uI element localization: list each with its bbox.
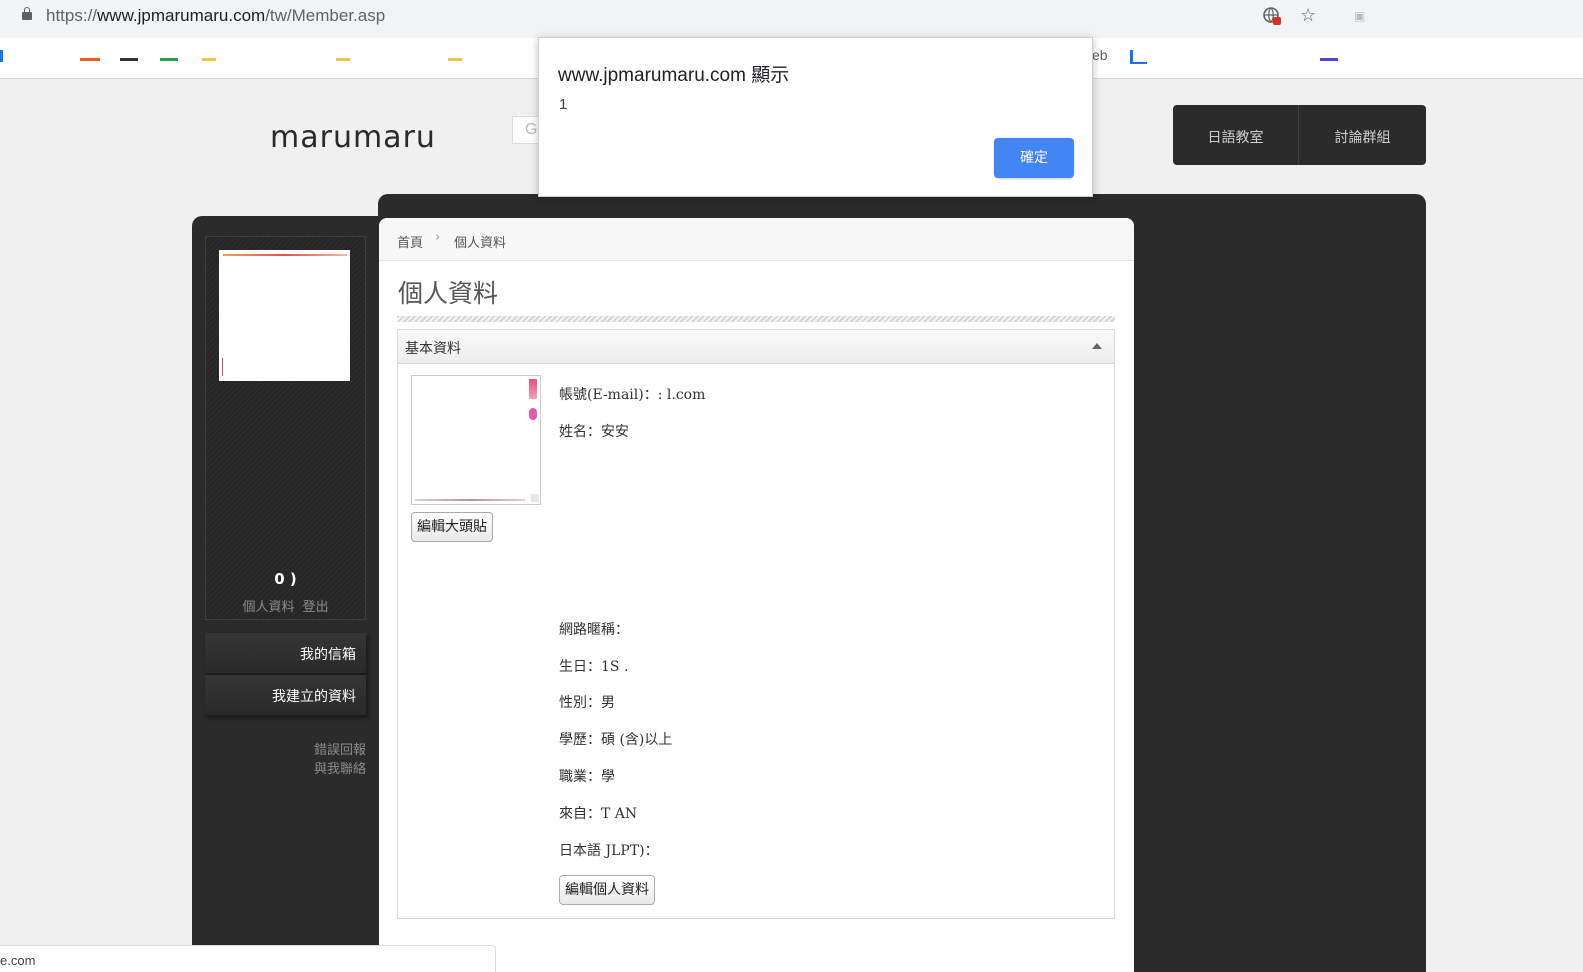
bookmark-icon[interactable] — [1320, 58, 1338, 61]
avatar-image-detail — [223, 254, 347, 256]
star-icon[interactable]: ☆ — [1300, 6, 1316, 26]
bookmark-icon[interactable] — [120, 58, 138, 61]
avatar[interactable] — [219, 250, 350, 381]
field-email: 帳號(E-mail)：: l.com — [559, 384, 705, 404]
bookmark-icon[interactable] — [448, 58, 462, 61]
field-value: 1S . — [601, 659, 629, 675]
field-jlpt: 日本語 JLPT)： — [559, 840, 659, 860]
bookmark-icon[interactable] — [336, 58, 350, 61]
edit-avatar-button[interactable]: 編輯大頭貼 — [411, 512, 493, 542]
photo-detail — [529, 379, 537, 399]
field-location: 來自：T AN — [559, 803, 637, 823]
dialog-title: www.jpmarumaru.com 顯示 — [558, 65, 790, 86]
field-value: 學 — [601, 769, 615, 785]
chevron-right-icon: › — [435, 230, 441, 245]
bookmark-icon[interactable] — [202, 58, 216, 61]
field-birthday: 生日：1S . — [559, 656, 628, 676]
ok-button[interactable]: 確定 — [994, 138, 1074, 178]
field-label: 學歷： — [559, 732, 601, 748]
caret-up-icon[interactable] — [1092, 343, 1102, 349]
profile-link[interactable]: 個人資料 — [242, 600, 294, 615]
sidebar-item-my-data[interactable]: 我建立的資料 — [205, 675, 366, 716]
url-prefix: https:// — [46, 6, 98, 25]
field-label: 性別： — [559, 695, 601, 711]
member-points: 0 ) — [274, 570, 297, 588]
url-text[interactable]: https://www.jpmarumaru.com/tw/Member.asp — [46, 6, 385, 26]
nav-japanese-class[interactable]: 日語教室 — [1173, 105, 1298, 165]
field-value: 男 — [601, 695, 615, 711]
field-label: 來自： — [559, 806, 601, 822]
edit-profile-button[interactable]: 編輯個人資料 — [559, 875, 655, 905]
field-value: 安安 — [601, 424, 629, 440]
lock-icon — [22, 7, 32, 20]
field-value: : l.com — [657, 387, 706, 403]
extension-icon[interactable]: ▣ — [1354, 6, 1365, 26]
field-label: 帳號(E-mail)： — [559, 387, 658, 403]
sidebar-item-mailbox[interactable]: 我的信箱 — [205, 633, 366, 674]
url-host: www.jpmarumaru.com — [97, 6, 266, 25]
search-box[interactable]: G — [512, 116, 540, 144]
field-occupation: 職業：學 — [559, 766, 615, 786]
field-name: 姓名：安安 — [559, 421, 629, 441]
photo-detail — [529, 408, 537, 420]
field-nickname: 網路暱稱： — [559, 619, 629, 639]
browser-address-bar: https://www.jpmarumaru.com/tw/Member.asp… — [0, 0, 1583, 38]
bookmark-label[interactable]: eb — [1092, 47, 1108, 63]
field-label: 生日： — [559, 659, 601, 675]
report-error-link[interactable]: 錯誤回報 — [205, 741, 366, 760]
field-value: 碩 (含)以上 — [601, 732, 673, 748]
breadcrumb: 首頁 › 個人資料 — [379, 218, 1134, 261]
photo-detail — [531, 494, 539, 502]
field-label: 網路暱稱： — [559, 622, 629, 638]
card-header[interactable]: 基本資料 — [398, 330, 1114, 364]
top-nav: 日語教室 討論群組 — [1173, 105, 1426, 165]
dialog-message: 1 — [559, 96, 568, 113]
bookmark-icon[interactable] — [160, 58, 178, 61]
sidebar-links: 個人資料 登出 — [205, 596, 366, 615]
field-education: 學歷：碩 (含)以上 — [559, 729, 672, 749]
avatar-image-detail — [222, 358, 223, 376]
bookmark-icon[interactable] — [1130, 50, 1147, 64]
basic-info-card: 基本資料 編輯大頭貼 帳號(E-mail)：: l.com 姓名：安安 網路暱稱… — [397, 329, 1115, 919]
translate-blocked-icon[interactable] — [1262, 6, 1282, 31]
sidebar-footer: 錯誤回報 與我聯絡 — [205, 741, 366, 779]
card-title: 基本資料 — [405, 341, 461, 357]
breadcrumb-current: 個人資料 — [454, 236, 507, 251]
field-value: T AN — [601, 806, 638, 822]
url-bar[interactable]: https://www.jpmarumaru.com/tw/Member.asp — [6, 1, 1334, 33]
field-value: JLPT)： — [601, 843, 659, 859]
bookmark-icon[interactable] — [0, 50, 11, 62]
profile-photo — [411, 375, 541, 505]
field-label: 姓名： — [559, 424, 601, 440]
logout-link[interactable]: 登出 — [303, 600, 329, 615]
main-panel: 首頁 › 個人資料 個人資料 基本資料 編輯大頭貼 帳號(E-mail)：: l… — [379, 218, 1134, 972]
url-path: /tw/Member.asp — [265, 6, 386, 25]
status-bar: e.com — [0, 945, 496, 972]
contact-link[interactable]: 與我聯絡 — [205, 760, 366, 779]
field-label: 職業： — [559, 769, 601, 785]
alert-dialog: www.jpmarumaru.com 顯示 1 確定 — [538, 37, 1093, 197]
field-gender: 性別：男 — [559, 692, 615, 712]
site-logo[interactable]: marumaru — [270, 120, 436, 155]
nav-forum[interactable]: 討論群組 — [1299, 105, 1426, 165]
breadcrumb-home[interactable]: 首頁 — [397, 232, 423, 251]
field-label: 日本語 — [559, 843, 601, 859]
bookmark-icon[interactable] — [80, 58, 100, 61]
page-title: 個人資料 — [398, 279, 499, 308]
title-divider — [397, 316, 1115, 322]
photo-detail — [415, 499, 525, 501]
